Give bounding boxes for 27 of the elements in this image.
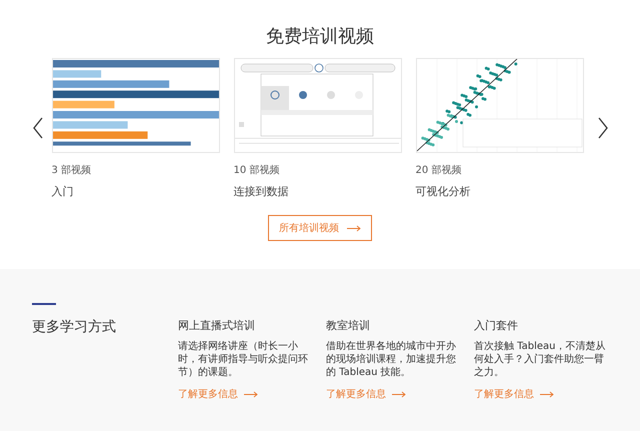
arrow-icon: [392, 390, 406, 398]
option-title: 教室培训: [326, 318, 370, 333]
video-thumbnail[interactable]: [416, 58, 584, 153]
video-thumbnail[interactable]: [52, 58, 220, 153]
all-videos-button[interactable]: 所有培训视频: [268, 215, 372, 241]
option-description: 请选择网络讲座（时长一小时，有讲师指导与听众提问环节）的课题。: [178, 340, 309, 379]
option-title: 入门套件: [474, 318, 518, 333]
learn-more-link[interactable]: 了解更多信息: [178, 387, 258, 401]
video-count: 20 部视频: [416, 164, 462, 177]
option-description: 借助在世界各地的城市中开办的现场培训课程，加速提升您的 Tableau 技能。: [326, 340, 457, 379]
bar: [52, 70, 101, 78]
video-count: 10 部视频: [234, 164, 280, 177]
bar: [52, 100, 114, 108]
option-description: 首次接触 Tableau，不清楚从何处入手？入门套件助您一臂之力。: [474, 340, 607, 379]
learn-more-link[interactable]: 了解更多信息: [326, 387, 406, 401]
option-title: 网上直播式培训: [178, 318, 255, 333]
section-heading: 更多学习方式: [32, 318, 116, 336]
accent-line: [32, 303, 56, 305]
course-title[interactable]: 入门: [52, 184, 74, 199]
section-title: 免费培训视频: [266, 25, 374, 48]
video-count: 3 部视频: [52, 164, 92, 177]
course-title[interactable]: 连接到数据: [234, 184, 288, 199]
arrow-icon: [540, 390, 554, 398]
arrow-icon: [347, 224, 361, 232]
learn-more-link[interactable]: 了解更多信息: [474, 387, 554, 401]
course-title[interactable]: 可视化分析: [416, 184, 470, 199]
arrow-icon: [244, 390, 258, 398]
